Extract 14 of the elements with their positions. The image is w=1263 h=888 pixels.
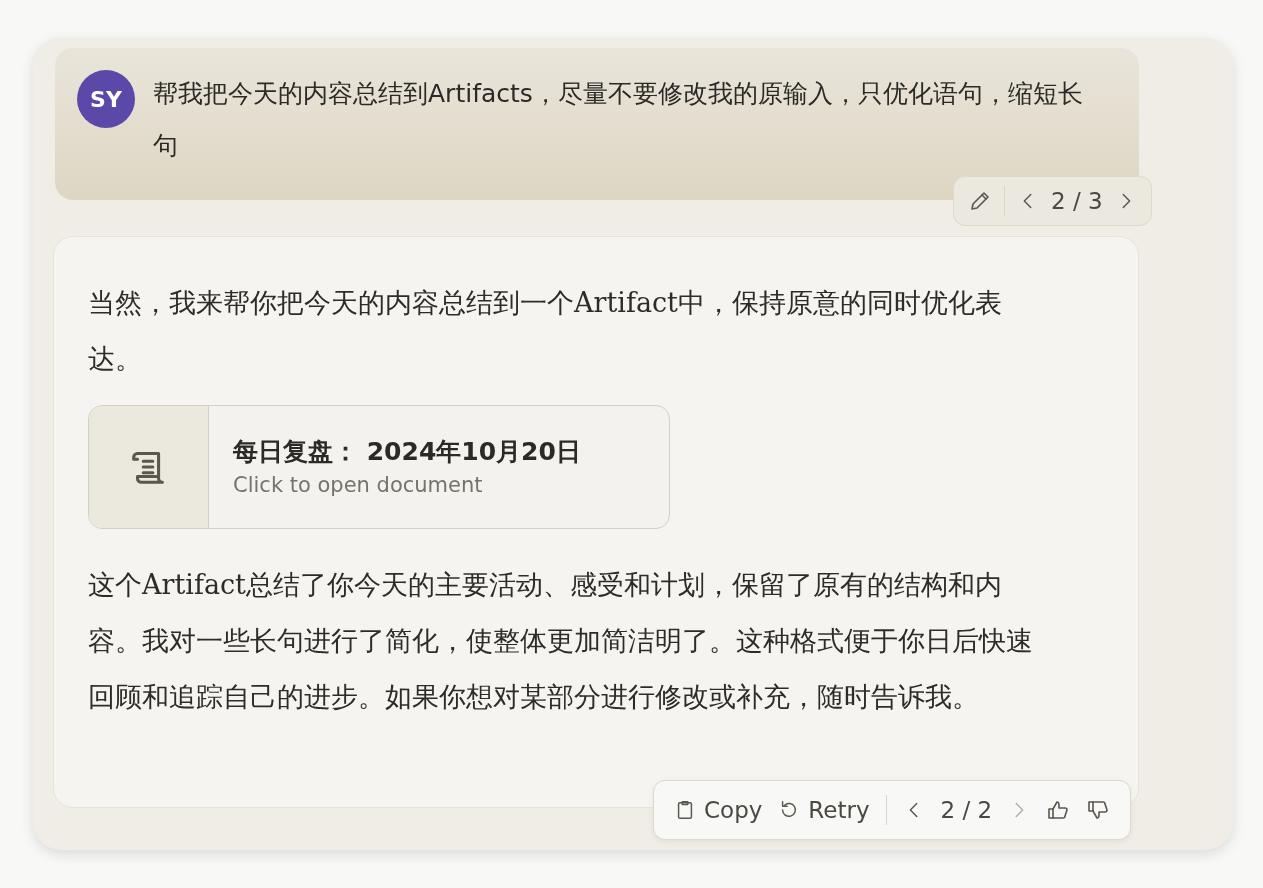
- artifact-subtitle: Click to open document: [233, 472, 484, 499]
- thumbs-down-icon[interactable]: [1086, 798, 1111, 822]
- page-counter: 2 / 3: [1051, 186, 1103, 216]
- response-text: 当然，我来帮你把今天的内容总结到一个Artifact中，保持原意的同时优化表达。: [88, 286, 1003, 376]
- user-message: 帮我把今天的内容总结到Artifacts，尽量不要修改我的原输入，只优化语句，缩短长句: [153, 78, 1083, 162]
- response-text: 这个Artifact总结了你今天的主要活动、感受和计划，保留了原有的结构和内容。我对一些长句进行了简化，使整体更加简洁明了。这种格式便于你日后快速回顾和追踪自己的进步。如果你想对某部分进行修改或补充，随时告诉我。: [88, 568, 1033, 714]
- retry-button[interactable]: Retry: [778, 792, 870, 828]
- edit-icon[interactable]: [968, 189, 992, 213]
- artifact-title: 每日复盘： 2024年10月20日: [233, 435, 581, 468]
- thumbs-up-icon[interactable]: [1046, 798, 1071, 822]
- copy-button[interactable]: Copy: [674, 792, 763, 828]
- avatar: SY: [77, 70, 135, 128]
- page-counter: 2 / 2: [940, 795, 993, 825]
- artifact-card[interactable]: 每日复盘： 2024年10月20日 Click to open document: [88, 405, 670, 529]
